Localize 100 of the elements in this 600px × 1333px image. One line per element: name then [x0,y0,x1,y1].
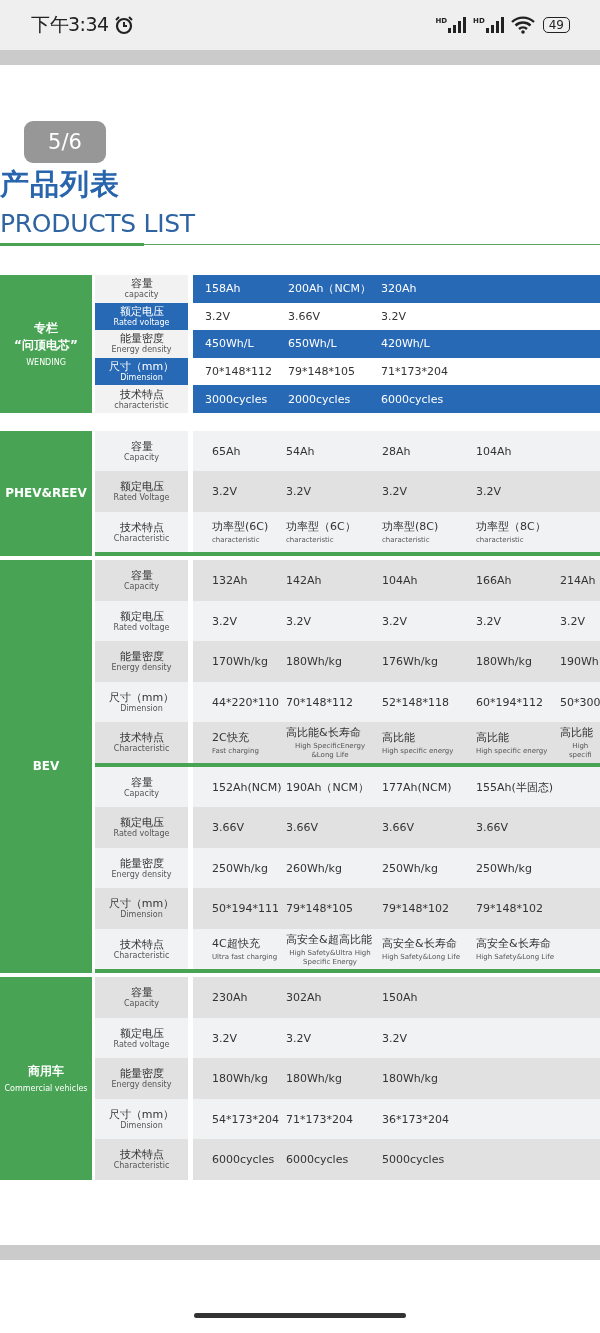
category-title: BEV [32,758,60,776]
row-header-english: Energy density [111,345,172,356]
table-cell: 功率型(6C) [212,519,269,535]
table-cell: 54Ah [286,443,315,459]
table-cell: 3.66V [288,308,321,324]
row-header-chinese: 尺寸（mm） [108,897,175,911]
alarm-clock-icon [113,15,134,35]
table-cell: 302Ah [286,990,322,1006]
table-cell: 3000cycles [205,391,268,407]
table-cell: 3.2V [286,484,312,500]
table-cell: 6000cycles [286,1152,349,1168]
table-cell: 功率型（6C） [286,519,356,535]
table-cell: 50*194*111 [212,901,279,917]
table-cell: 180Wh/kg [286,1071,342,1087]
table-cell: 6000cycles [212,1152,275,1168]
table-cell: 158Ah [205,281,241,297]
table-cell: 200Ah（NCM） [288,281,371,297]
table-cell: 2000cycles [288,391,351,407]
table-cell: 180Wh/kg [382,1071,438,1087]
row-header-chinese: 能量密度 [119,1067,164,1081]
row-header-chinese: 技术特点 [119,731,164,745]
table-cell: 70*148*112 [286,694,353,710]
table-cell: 190Ah（NCM） [286,779,369,795]
table-cell: 3.66V [476,820,509,836]
table-cell: 155Ah(半固态) [476,779,554,795]
row-header-chinese: 技术特点 [119,520,164,534]
table-cell: 420Wh/L [381,336,430,352]
status-time: 下午3:34 [31,12,109,37]
table-cell: 3.2V [476,613,502,629]
table-cell: 3.2V [382,1030,408,1046]
table-cell: 28Ah [382,443,411,459]
row-header-english: Characteristic [113,744,170,755]
table-cell: 71*173*204 [381,364,448,380]
page-counter-badge: 5/6 [24,121,106,163]
table-cell: 166Ah [476,573,512,589]
row-header-chinese: 技术特点 [119,387,164,401]
table-cell: 650Wh/L [288,336,337,352]
table-cell: 79*148*102 [476,901,543,917]
table-cell: 79*148*102 [382,901,449,917]
row-header-chinese: 额定电压 [119,304,164,318]
row-header-english: Rated voltage [113,317,170,328]
table-cell: 6000cycles [381,391,444,407]
row-header-chinese: 能量密度 [119,650,164,664]
table-cell: 高比能 [476,729,509,745]
table-cell: 3.2V [286,1030,312,1046]
table-cell: 71*173*204 [286,1111,353,1127]
row-header-english: Energy density [111,869,172,880]
category-subtitle: Commercial vehicles [4,1083,88,1095]
row-header-chinese: 容量 [130,569,153,583]
row-header-chinese: 能量密度 [119,332,164,346]
row-header-english: Characteristic [113,1161,170,1172]
table-cell: 4C超快充 [212,936,260,952]
table-cell: 450Wh/L [205,336,254,352]
table-cell: 3.2V [560,613,586,629]
table-cell: 65Ah [212,443,241,459]
title-english: PRODUCTS LIST [0,209,196,239]
table-cell: 170Wh/kg [212,654,268,670]
table-cell: 176Wh/kg [382,654,438,670]
table-cell: 高比能 [560,725,593,741]
table-cell: 52*148*118 [382,694,449,710]
table-cell: 250Wh/kg [212,860,268,876]
signal-icon [484,17,505,33]
table-cell: 高安全&超高比能 [286,931,372,947]
table-cell: 3.2V [381,308,407,324]
row-header-english: Rated Voltage [113,493,170,504]
table-cell: 60*194*112 [476,694,543,710]
row-header-english: characteristic [114,400,169,411]
table-cell: 3.2V [212,613,238,629]
table-cell: 功率型(8C) [382,519,439,535]
row-header-chinese: 容量 [130,439,153,453]
table-cell: 3.66V [212,820,245,836]
table-cell: 50*300 [560,694,600,710]
table-cell: 功率型（8C） [476,519,546,535]
row-header-english: Characteristic [113,950,170,961]
table-cell: 高安全&长寿命 [476,936,551,952]
row-header-english: Rated voltage [113,829,170,840]
table-cell: 高比能 [382,729,415,745]
table-cell: 高安全&长寿命 [382,936,457,952]
row-header-chinese: 额定电压 [119,816,164,830]
table-cell: 180Wh/kg [212,1071,268,1087]
table-cell: 2C快充 [212,729,249,745]
row-header-english: Dimension [120,910,163,921]
table-cell: 150Ah [382,990,418,1006]
table-cell: 104Ah [476,443,512,459]
row-header-english: Rated voltage [113,622,170,633]
row-header-english: capacity [124,290,159,301]
table-cell: 190Wh [560,654,599,670]
row-header-english: Dimension [120,373,163,384]
row-header-chinese: 尺寸（mm） [108,360,175,374]
table-cell: 132Ah [212,573,248,589]
table-cell: 104Ah [382,573,418,589]
table-cell: 3.2V [205,308,231,324]
row-header-chinese: 尺寸（mm） [108,690,175,704]
table-cell: 230Ah [212,990,248,1006]
table-cell: 214Ah [560,573,596,589]
table-cell: 3.2V [476,484,502,500]
row-header-chinese: 额定电压 [119,1026,164,1040]
table-cell: 180Wh/kg [286,654,342,670]
signal-icon [447,17,468,33]
table-cell: 3.2V [212,1030,238,1046]
